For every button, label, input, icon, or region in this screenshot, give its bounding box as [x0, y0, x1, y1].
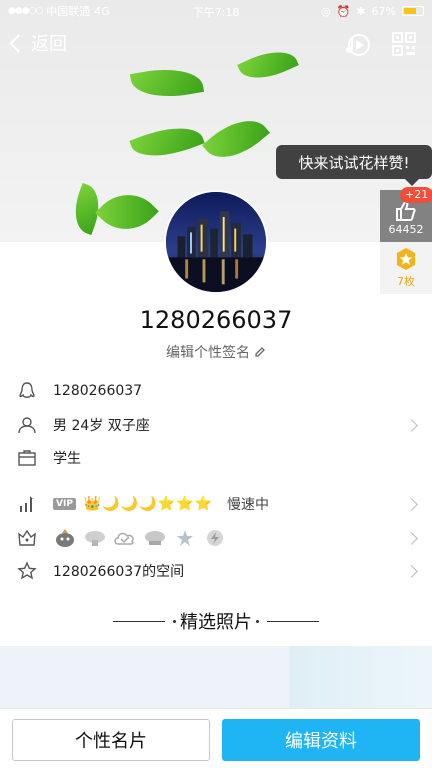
occupation: 学生: [53, 451, 81, 467]
qq-number-row: 1280266037: [0, 376, 432, 406]
tooltip-tail: [405, 179, 419, 186]
medal-button[interactable]: 7枚: [380, 242, 432, 294]
qzone-star-icon: [17, 561, 37, 580]
title-line-left: [113, 620, 165, 622]
occupation-row: 学生: [0, 443, 432, 473]
medal-icon: [397, 248, 415, 270]
crown-outline-icon: [18, 529, 36, 546]
title-line-right: [267, 620, 319, 622]
moon-icon: 🌙: [120, 496, 139, 512]
level-speed: 慢速中: [226, 497, 269, 513]
qr-code-icon[interactable]: [392, 32, 416, 56]
chevron-right-icon: [405, 497, 418, 511]
star-badge-icon: [177, 530, 193, 546]
qq-number: 1280266037: [53, 383, 143, 399]
bottom-action-bar: 个性名片 编辑资料: [0, 708, 432, 768]
service-badges-row[interactable]: [0, 523, 432, 553]
music-disc-icon[interactable]: [344, 32, 370, 58]
like-tooltip: 快来试试花样赞!: [276, 145, 432, 179]
leaf-decoration: [202, 106, 270, 172]
level-chart-icon: [20, 496, 33, 512]
personal-info: 男 24岁 双子座: [53, 418, 150, 434]
crown-icon: 👑: [83, 496, 102, 512]
star-icon: ⭐: [194, 496, 212, 512]
edit-profile-button[interactable]: 编辑资料: [222, 719, 420, 761]
battery-icon: [402, 6, 424, 16]
chevron-left-icon: [9, 33, 28, 53]
leaf-decoration: [129, 116, 205, 168]
leaf-decoration: [95, 180, 159, 242]
back-button[interactable]: 返回: [8, 30, 67, 56]
person-icon: [18, 417, 36, 434]
flash-badge-icon: [207, 530, 223, 546]
moon-icon: 🌙: [102, 496, 120, 512]
pencil-icon: [255, 347, 265, 357]
signature-label: 编辑个性签名: [166, 345, 250, 361]
music-badge-icon: [85, 531, 105, 546]
featured-photos-header: 精选照片: [0, 608, 432, 634]
chevron-right-icon: [405, 418, 418, 432]
status-time: 下午7:18: [192, 6, 240, 19]
medal-count: 7枚: [397, 275, 415, 288]
title-dot-right: [256, 619, 259, 623]
cloud-badge-icon: [114, 532, 134, 545]
penguin-icon: [19, 382, 35, 398]
qzone-row[interactable]: 1280266037的空间: [0, 556, 432, 586]
personal-info-row[interactable]: 男 24岁 双子座: [0, 410, 432, 440]
like-count: 64452: [388, 223, 424, 236]
service-badges: [53, 528, 233, 548]
chevron-right-icon: [405, 564, 418, 578]
back-label: 返回: [31, 34, 67, 55]
star-icon: ⭐: [157, 496, 176, 512]
top-nav: 返回: [0, 26, 432, 62]
section-divider: [0, 478, 432, 486]
avatar[interactable]: [164, 190, 268, 294]
star-icon: ⭐: [176, 496, 194, 512]
weather-badge-icon: [145, 531, 165, 545]
like-increment-badge: +21: [400, 187, 432, 203]
chevron-right-icon: [405, 531, 418, 545]
level-row[interactable]: VIP 👑 🌙 🌙 🌙 ⭐ ⭐ ⭐ 慢速中: [0, 489, 432, 519]
briefcase-icon: [18, 450, 36, 466]
title-dot-left: [173, 619, 176, 623]
avatar-city-image: [166, 192, 266, 292]
vip-badge: VIP: [53, 498, 76, 510]
leaf-decoration: [129, 62, 205, 104]
qzone-link: 1280266037的空间: [53, 564, 185, 580]
pet-badge-icon: [56, 529, 74, 547]
status-bar: ●●●○○ 中国联通 4G 下午7:18 ◎ ⏰ ✱ 67%: [0, 0, 432, 22]
signature-edit[interactable]: 编辑个性签名: [0, 342, 432, 362]
featured-photos-title: 精选照片: [180, 612, 252, 633]
nickname: 1280266037: [139, 306, 293, 334]
battery-fill: [404, 8, 417, 14]
moon-icon: 🌙: [139, 496, 157, 512]
level-badges: VIP 👑 🌙 🌙 🌙 ⭐ ⭐ ⭐ 慢速中: [53, 494, 269, 514]
business-card-button[interactable]: 个性名片: [12, 719, 210, 761]
